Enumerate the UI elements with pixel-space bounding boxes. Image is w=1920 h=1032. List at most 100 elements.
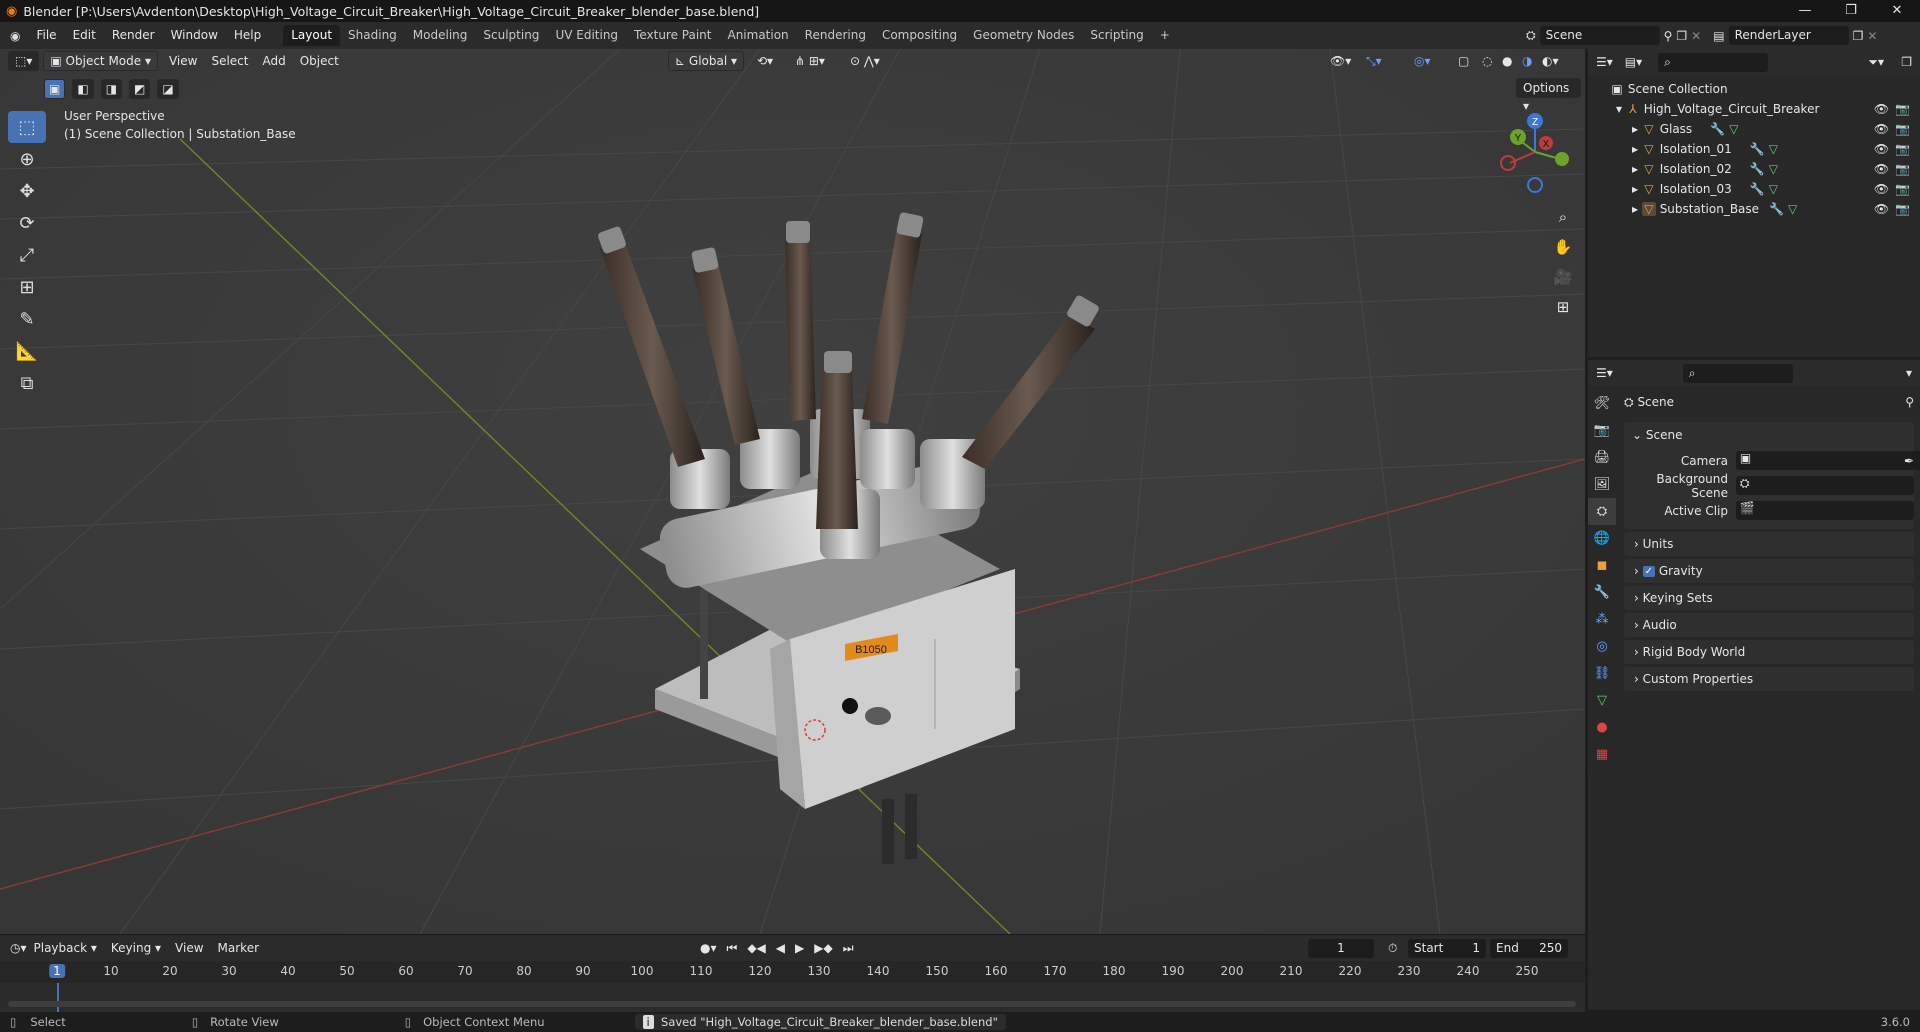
pin-icon[interactable]: ⚲ bbox=[1905, 395, 1914, 409]
particles-tab-icon[interactable]: ⁂ bbox=[1588, 606, 1616, 633]
pivot-point-icon[interactable]: ⟲▾ bbox=[757, 54, 773, 68]
select-extend-icon[interactable]: ◧ bbox=[72, 79, 94, 99]
rendered-shading-icon[interactable]: ◐▾ bbox=[1542, 54, 1559, 68]
texture-tab-icon[interactable]: ▦ bbox=[1588, 741, 1616, 768]
add-workspace-button[interactable]: + bbox=[1152, 25, 1178, 46]
transform-orientation-selector[interactable]: ⊾ Global ▾ bbox=[668, 51, 745, 71]
outliner-item-glass[interactable]: ▸ ▽ Glass 🔧 ▽ 👁 📷 bbox=[1588, 119, 1920, 139]
playhead[interactable] bbox=[57, 983, 59, 1013]
audio-panel[interactable]: › Audio bbox=[1624, 613, 1914, 637]
outliner-item-isolation-03[interactable]: ▸ ▽ Isolation_03 🔧 ▽ 👁 📷 bbox=[1588, 179, 1920, 199]
cursor-tool-icon[interactable]: ⊕ bbox=[8, 143, 46, 175]
timeline-editor-icon[interactable]: ◷▾ bbox=[10, 941, 27, 955]
editor-type-icon[interactable]: ⬚▾ bbox=[8, 51, 40, 71]
gravity-panel[interactable]: › ✓ Gravity bbox=[1624, 559, 1914, 583]
expand-arrow-icon[interactable]: ▾ bbox=[1616, 102, 1622, 116]
expand-arrow-icon[interactable]: ▸ bbox=[1632, 142, 1638, 156]
measure-tool-icon[interactable]: 📐 bbox=[8, 335, 46, 367]
pin-icon[interactable]: ⚲ bbox=[1664, 29, 1673, 43]
menu-keying[interactable]: Keying ▾ bbox=[104, 941, 168, 955]
properties-options-icon[interactable]: ▾ bbox=[1906, 366, 1912, 380]
tab-texture-paint[interactable]: Texture Paint bbox=[626, 25, 719, 46]
pan-hand-icon[interactable]: ✋ bbox=[1550, 234, 1576, 260]
status-message[interactable]: i Saved "High_Voltage_Circuit_Breaker_bl… bbox=[634, 1014, 1006, 1030]
menu-add[interactable]: Add bbox=[256, 54, 293, 68]
outliner-item-collection[interactable]: ▾ ⅄ High_Voltage_Circuit_Breaker 👁 📷 bbox=[1588, 99, 1920, 119]
custom-properties-panel[interactable]: › Custom Properties bbox=[1624, 667, 1914, 691]
3d-viewport[interactable]: B1050 ⬚▾ ▣ Object Mode ▾ View Select Add… bbox=[0, 49, 1585, 934]
next-keyframe-icon[interactable]: ▶◆ bbox=[814, 941, 832, 956]
jump-start-icon[interactable]: ⏮ bbox=[727, 941, 738, 956]
eye-icon[interactable]: 👁 bbox=[1874, 142, 1889, 156]
prev-keyframe-icon[interactable]: ◆◀ bbox=[747, 941, 765, 956]
annotate-tool-icon[interactable]: ✎ bbox=[8, 303, 46, 335]
eye-icon[interactable]: 👁 bbox=[1874, 182, 1889, 196]
modifier-wrench-icon[interactable]: 🔧 bbox=[1710, 122, 1725, 136]
properties-search-input[interactable]: ⌕ bbox=[1682, 363, 1793, 383]
tab-rendering[interactable]: Rendering bbox=[797, 25, 874, 46]
delete-scene-icon[interactable]: ✕ bbox=[1691, 29, 1701, 43]
active-clip-field[interactable]: 🎬 bbox=[1736, 501, 1914, 520]
mode-selector[interactable]: ▣ Object Mode ▾ bbox=[43, 51, 158, 71]
minimize-button[interactable]: — bbox=[1782, 0, 1828, 22]
gizmo-toggle-icon[interactable]: ⤡▾ bbox=[1366, 54, 1382, 69]
view-layer-icon[interactable]: ▤ bbox=[1713, 29, 1724, 43]
timeline-scrollbar[interactable] bbox=[8, 1001, 1576, 1007]
menu-playback[interactable]: Playback ▾ bbox=[27, 941, 104, 955]
mesh-data-icon[interactable]: ▽ bbox=[1788, 202, 1797, 216]
tab-shading[interactable]: Shading bbox=[340, 25, 405, 46]
mesh-data-icon[interactable]: ▽ bbox=[1729, 122, 1738, 136]
scene-icon[interactable]: ⛭ bbox=[1526, 28, 1536, 43]
render-layer-field[interactable]: RenderLayer bbox=[1728, 26, 1849, 45]
filter-icon[interactable]: ⏷▾ bbox=[1868, 55, 1884, 70]
tab-scripting[interactable]: Scripting bbox=[1082, 25, 1151, 46]
wireframe-shading-icon[interactable]: ◌ bbox=[1482, 54, 1492, 68]
snap-icon[interactable]: ⋔ ⊞▾ bbox=[795, 54, 825, 68]
mesh-data-icon[interactable]: ▽ bbox=[1769, 142, 1778, 156]
tab-modeling[interactable]: Modeling bbox=[405, 25, 476, 46]
camera-view-icon[interactable]: 🎥 bbox=[1550, 264, 1576, 290]
camera-render-icon[interactable]: 📷 bbox=[1895, 122, 1910, 136]
object-tab-icon[interactable]: ◼ bbox=[1588, 552, 1616, 579]
constraints-tab-icon[interactable]: ⛓ bbox=[1588, 660, 1616, 687]
select-subtract-icon[interactable]: ◨ bbox=[100, 79, 123, 99]
outliner-item-isolation-02[interactable]: ▸ ▽ Isolation_02 🔧 ▽ 👁 📷 bbox=[1588, 159, 1920, 179]
expand-arrow-icon[interactable]: ▸ bbox=[1632, 202, 1638, 216]
menu-object[interactable]: Object bbox=[293, 54, 346, 68]
outliner-search-input[interactable]: ⌕ bbox=[1658, 52, 1769, 72]
proportional-edit-icon[interactable]: ⊙ ⋀▾ bbox=[850, 54, 880, 68]
scale-tool-icon[interactable]: ⤢ bbox=[8, 239, 46, 271]
eye-icon[interactable]: 👁 bbox=[1874, 102, 1889, 116]
select-invert-icon[interactable]: ◩ bbox=[129, 79, 151, 99]
menu-window[interactable]: Window bbox=[163, 22, 226, 49]
menu-select[interactable]: Select bbox=[204, 54, 255, 68]
camera-render-icon[interactable]: 📷 bbox=[1895, 102, 1910, 116]
options-dropdown[interactable]: Options ▾ bbox=[1516, 78, 1581, 113]
modifier-wrench-icon[interactable]: 🔧 bbox=[1750, 162, 1765, 176]
modifier-wrench-icon[interactable]: 🔧 bbox=[1750, 142, 1765, 156]
render-tab-icon[interactable]: 📷 bbox=[1588, 417, 1616, 444]
start-frame-field[interactable]: Start 1 bbox=[1408, 938, 1486, 958]
play-icon[interactable]: ▶ bbox=[795, 941, 804, 956]
menu-render[interactable]: Render bbox=[104, 22, 163, 49]
menu-timeline-view[interactable]: View bbox=[168, 941, 210, 955]
tab-uv-editing[interactable]: UV Editing bbox=[547, 25, 626, 46]
camera-render-icon[interactable]: 📷 bbox=[1895, 202, 1910, 216]
eyedropper-icon[interactable]: ✒ bbox=[1904, 454, 1914, 468]
scene-panel-header[interactable]: ⌄ Scene bbox=[1624, 422, 1914, 448]
modifier-tab-icon[interactable]: 🔧 bbox=[1588, 579, 1616, 606]
tool-tab-icon[interactable]: 🛠 bbox=[1588, 390, 1616, 417]
tab-geometry-nodes[interactable]: Geometry Nodes bbox=[965, 25, 1082, 46]
modifier-wrench-icon[interactable]: 🔧 bbox=[1769, 202, 1784, 216]
units-panel[interactable]: › Units bbox=[1624, 532, 1914, 556]
properties-editor-icon[interactable]: ☰▾ bbox=[1596, 366, 1613, 380]
current-frame-field[interactable]: 1 bbox=[1308, 938, 1374, 958]
preview-range-icon[interactable]: ⏱ bbox=[1388, 941, 1397, 956]
mesh-data-icon[interactable]: ▽ bbox=[1769, 162, 1778, 176]
gravity-checkbox[interactable]: ✓ bbox=[1642, 565, 1656, 577]
tab-animation[interactable]: Animation bbox=[719, 25, 796, 46]
tab-compositing[interactable]: Compositing bbox=[874, 25, 965, 46]
xray-icon[interactable]: ▢ bbox=[1458, 54, 1469, 68]
select-intersect-icon[interactable]: ◪ bbox=[157, 79, 179, 99]
menu-help[interactable]: Help bbox=[226, 22, 269, 49]
